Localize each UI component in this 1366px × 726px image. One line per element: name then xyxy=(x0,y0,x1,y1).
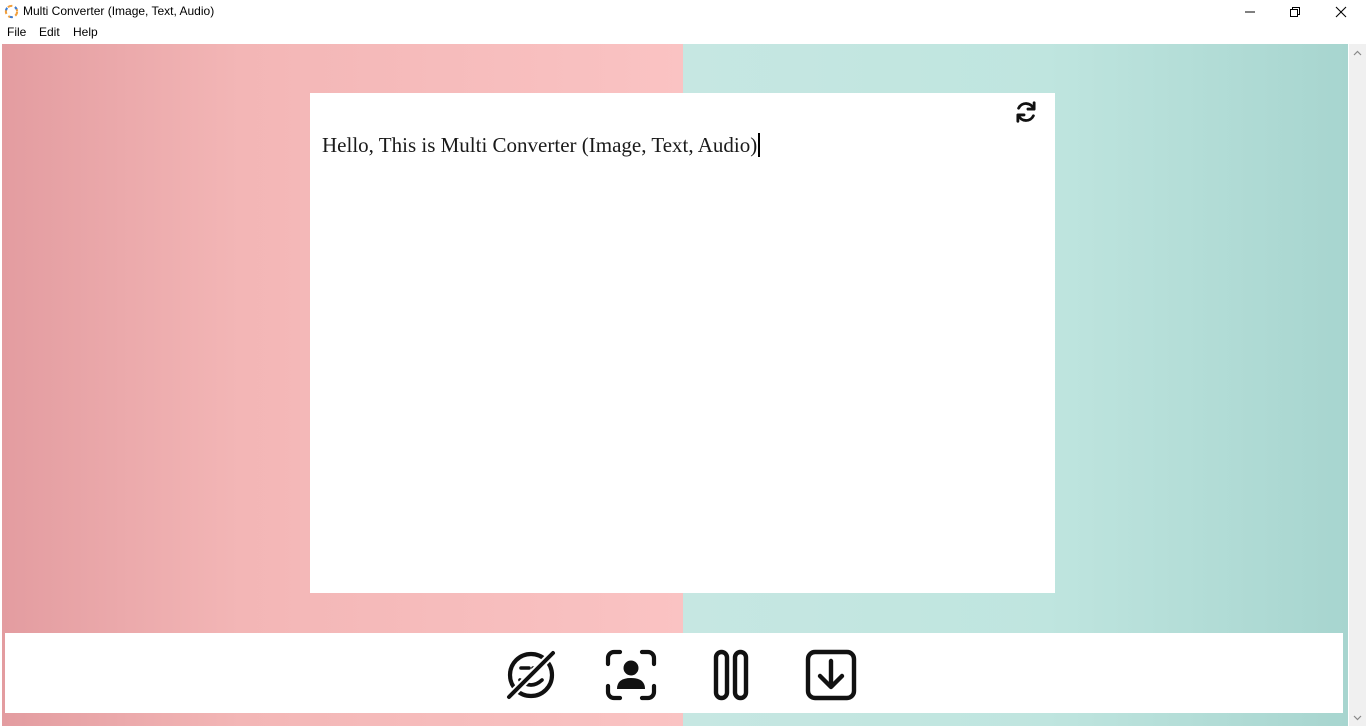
no-emoji-icon[interactable] xyxy=(505,649,557,701)
close-button[interactable] xyxy=(1318,0,1364,23)
download-icon[interactable] xyxy=(805,649,857,701)
close-icon xyxy=(1335,6,1347,17)
user-scan-icon[interactable] xyxy=(605,649,657,701)
title-bar: Multi Converter (Image, Text, Audio) xyxy=(0,0,1366,23)
vertical-scrollbar[interactable] xyxy=(1349,44,1366,726)
restore-button[interactable] xyxy=(1272,0,1318,23)
chevron-down-icon xyxy=(1353,715,1362,720)
editor-text: Hello, This is Multi Converter (Image, T… xyxy=(322,133,758,157)
menu-help[interactable]: Help xyxy=(73,25,98,39)
menu-edit[interactable]: Edit xyxy=(39,25,60,39)
menu-bar: File Edit Help xyxy=(0,23,1366,42)
scroll-up-button[interactable] xyxy=(1349,44,1366,61)
restore-icon xyxy=(1290,6,1300,17)
bottom-toolbar xyxy=(5,633,1343,713)
scroll-down-button[interactable] xyxy=(1349,709,1366,726)
chevron-up-icon xyxy=(1353,50,1362,55)
text-caret xyxy=(758,133,761,157)
pause-icon[interactable] xyxy=(705,649,757,701)
window-title: Multi Converter (Image, Text, Audio) xyxy=(23,4,215,18)
editor-content[interactable]: Hello, This is Multi Converter (Image, T… xyxy=(322,133,761,158)
menu-file[interactable]: File xyxy=(7,25,26,39)
refresh-icon[interactable] xyxy=(1013,99,1039,125)
app-logo-icon xyxy=(4,4,19,19)
minimize-icon xyxy=(1245,11,1255,12)
minimize-button[interactable] xyxy=(1227,0,1273,23)
main-content: Hello, This is Multi Converter (Image, T… xyxy=(2,44,1348,726)
text-editor[interactable]: Hello, This is Multi Converter (Image, T… xyxy=(310,93,1055,593)
